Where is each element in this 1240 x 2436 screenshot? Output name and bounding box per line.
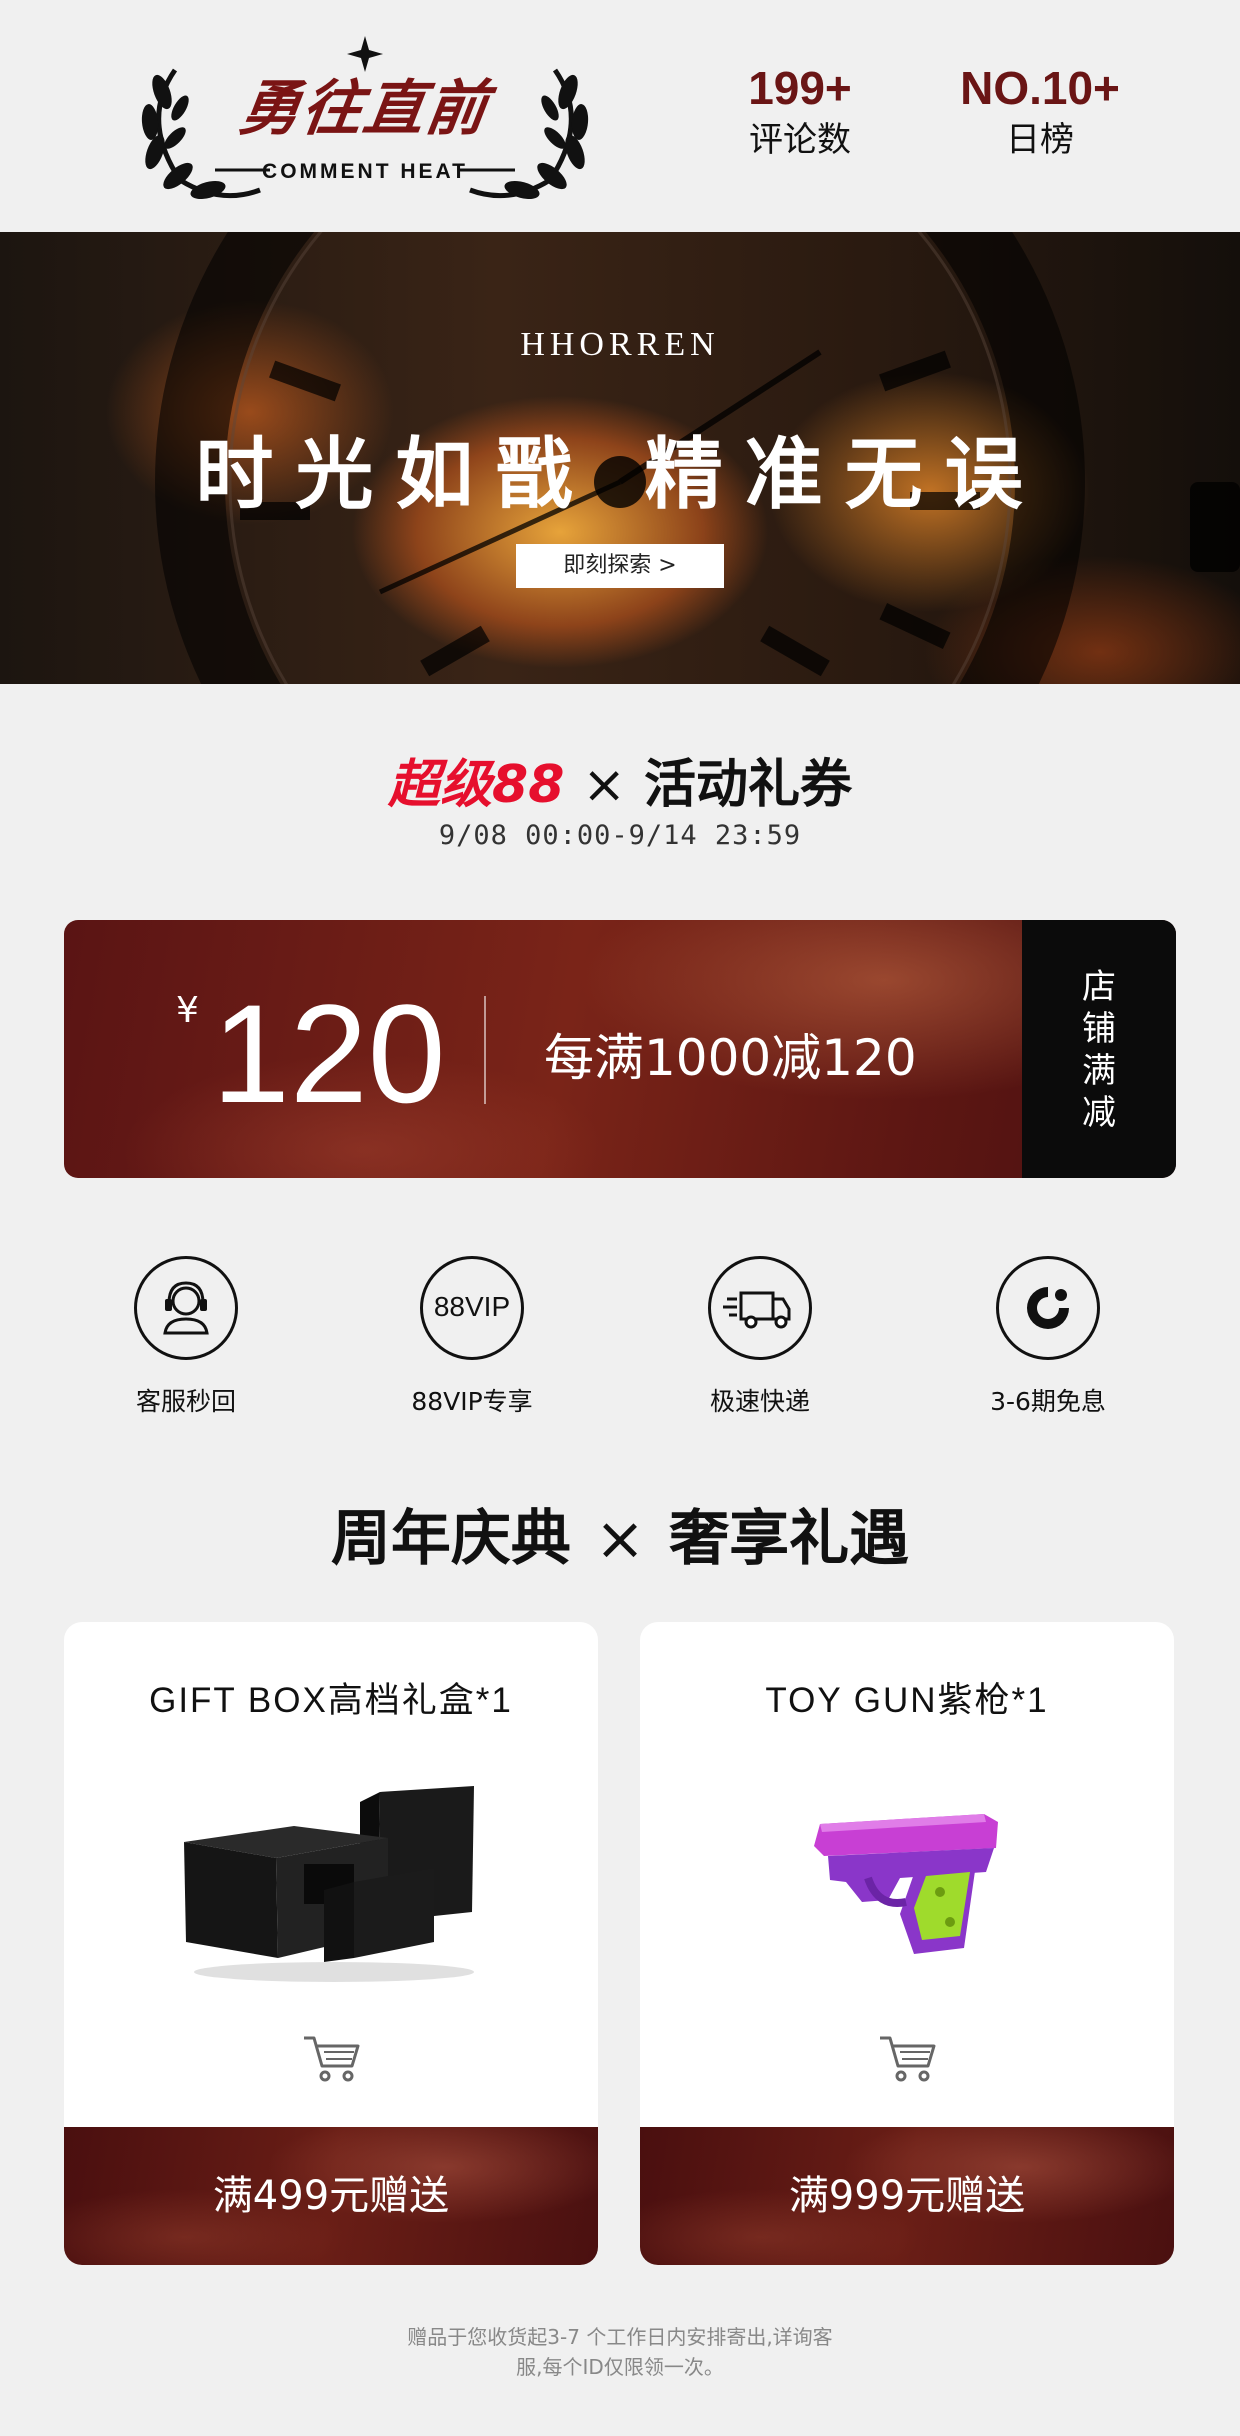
- installment-icon: [996, 1256, 1100, 1360]
- gift-box-image: [174, 1772, 488, 1992]
- delivery-truck-icon: [708, 1256, 812, 1360]
- service-fast-delivery: 极速快递: [660, 1256, 860, 1418]
- logo-subtitle: COMMENT HEAT: [262, 160, 468, 183]
- service-label: 88VIP专享: [411, 1387, 533, 1416]
- gift-footnote: 赠品于您收货起3-7 个工作日内安排寄出,详询客 服,每个ID仅限领一次。: [360, 2322, 880, 2382]
- times-sign: ×: [582, 755, 626, 815]
- coupon-amount: 120: [212, 975, 446, 1132]
- toy-gun-image: [750, 1772, 1064, 1992]
- gifts-title-right: 奢享礼遇: [669, 1504, 910, 1574]
- side-char: 店: [1082, 967, 1116, 1007]
- service-88vip: 88VIP 88VIP专享: [372, 1256, 572, 1418]
- coupon-side-tab[interactable]: 店 铺 满 减: [1022, 920, 1176, 1178]
- gift-name: TOY GUN紫枪*1: [765, 1681, 1049, 1720]
- side-char: 铺: [1082, 1009, 1116, 1049]
- gift-card-box[interactable]: GIFT BOX高档礼盒*1 满499元赠送: [64, 1622, 598, 2265]
- activity-name: 活动礼券: [643, 755, 852, 815]
- daily-rank-stat: NO.10+ 日榜: [930, 62, 1150, 162]
- gift-card-gun[interactable]: TOY GUN紫枪*1 满999元赠送: [640, 1622, 1174, 2265]
- daily-rank-label: 日榜: [1006, 120, 1074, 160]
- side-char: 满: [1082, 1051, 1116, 1091]
- header: 勇往直前 COMMENT HEAT 199+ 评论数 NO.10+ 日榜: [0, 0, 1240, 232]
- store-coupon[interactable]: ¥ 120 每满1000减120 店 铺 满 减: [64, 920, 1176, 1178]
- times-sign: ×: [594, 1504, 646, 1574]
- gift-condition-banner: 满999元赠送: [640, 2127, 1174, 2265]
- customer-service-icon: [134, 1256, 238, 1360]
- gifts-title-left: 周年庆典: [330, 1504, 571, 1574]
- comment-count-stat: 199+ 评论数: [700, 62, 900, 162]
- daily-rank-value: NO.10+: [960, 62, 1120, 114]
- gift-name: GIFT BOX高档礼盒*1: [149, 1681, 513, 1720]
- currency-symbol: ¥: [176, 990, 199, 1031]
- hero-banner[interactable]: HHORREN 时光如戬 精准无误 即刻探索 >: [0, 232, 1240, 684]
- footnote-line: 服,每个ID仅限领一次。: [516, 2355, 724, 2379]
- comment-count-value: 199+: [748, 62, 852, 114]
- footnote-line: 赠品于您收货起3-7 个工作日内安排寄出,详询客: [407, 2325, 833, 2349]
- activity-date-range: 9/08 00:00-9/14 23:59: [438, 820, 802, 851]
- service-installment: 3-6期免息: [948, 1256, 1148, 1418]
- activity-title: 超级88 × 活动礼券: [0, 742, 1240, 817]
- comment-count-label: 评论数: [749, 120, 851, 160]
- side-char: 减: [1082, 1093, 1116, 1133]
- service-label: 极速快递: [709, 1387, 810, 1416]
- super88-label: 超级88: [388, 755, 565, 815]
- gifts-section-title: 周年庆典 × 奢享礼遇: [0, 1490, 1240, 1577]
- brand-logo: HHORREN: [520, 326, 720, 363]
- coupon-description: 每满1000减120: [544, 1029, 917, 1087]
- service-customer-support: 客服秒回: [86, 1256, 286, 1418]
- gift-condition-banner: 满499元赠送: [64, 2127, 598, 2265]
- explore-button[interactable]: 即刻探索 >: [516, 544, 724, 588]
- cart-icon[interactable]: [876, 2032, 938, 2084]
- service-label: 客服秒回: [135, 1387, 236, 1416]
- banner-slogan: 时光如戬 精准无误: [195, 430, 1045, 520]
- service-label: 3-6期免息: [990, 1387, 1106, 1416]
- coupon-divider: [484, 996, 486, 1104]
- cart-icon[interactable]: [300, 2032, 362, 2084]
- 88vip-icon: 88VIP: [420, 1256, 524, 1360]
- comment-heat-logo: 勇往直前 COMMENT HEAT: [120, 30, 610, 200]
- logo-title: 勇往直前: [235, 74, 494, 144]
